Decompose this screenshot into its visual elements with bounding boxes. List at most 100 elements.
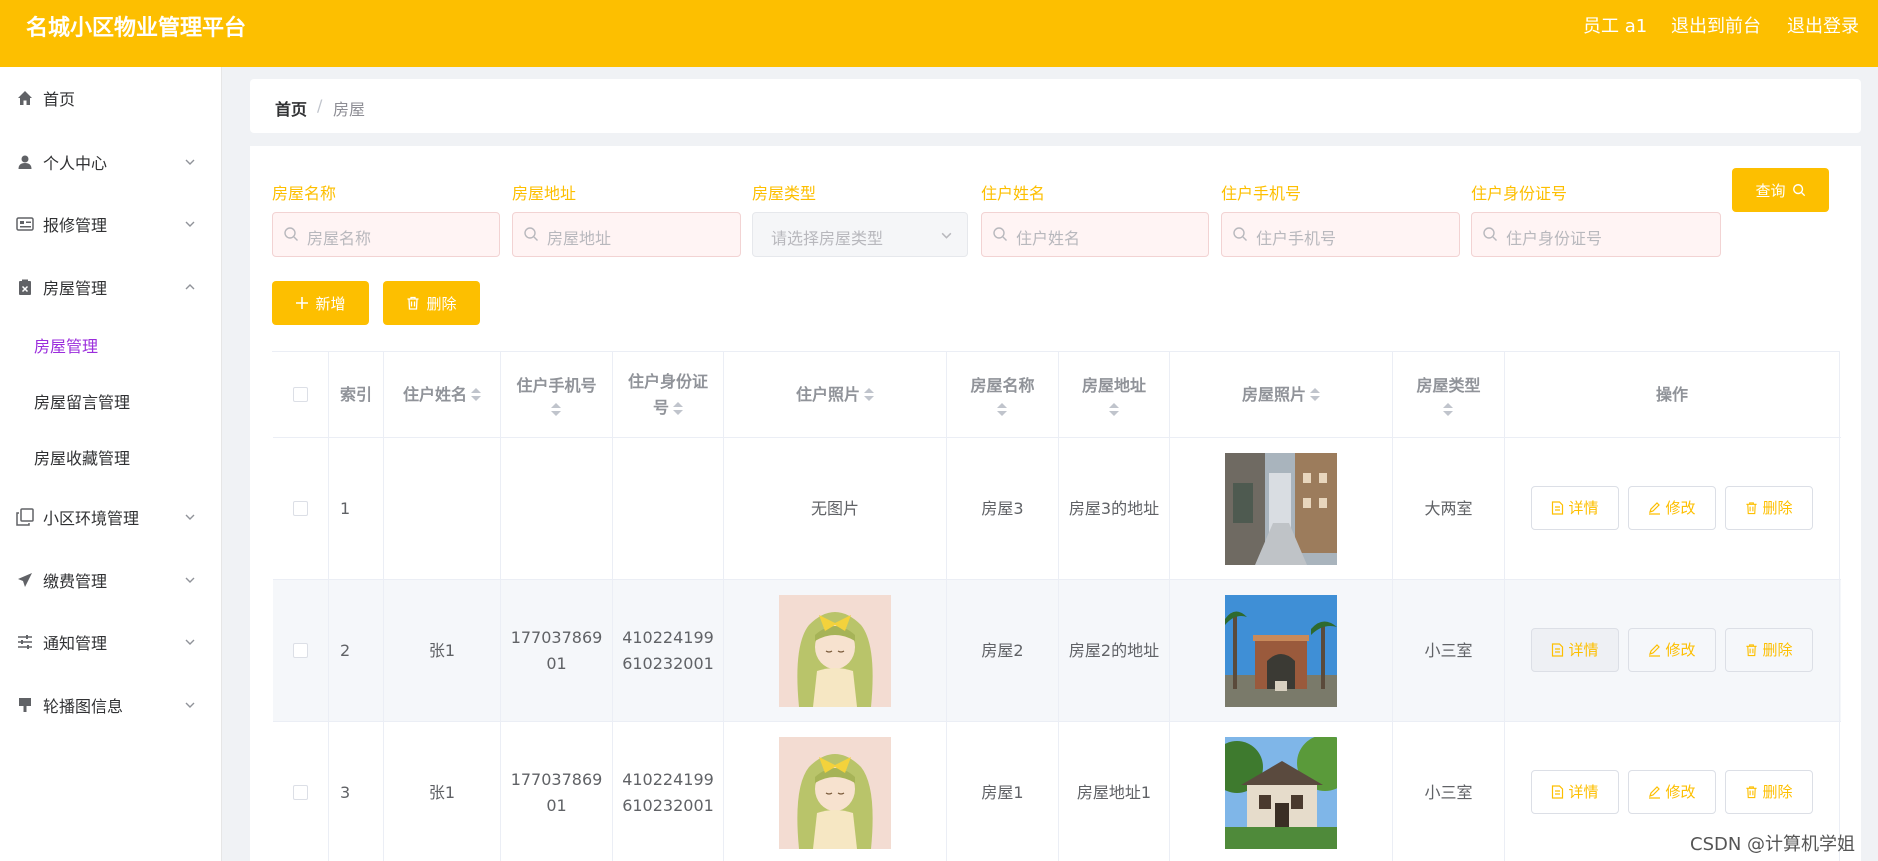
cell-resident-phone: 177037869 01 — [501, 722, 613, 861]
delete-button[interactable]: 删除 — [1725, 486, 1813, 530]
header-resident-id[interactable]: 住户身份证号 — [613, 352, 724, 437]
sidebar-subitem-house-message[interactable]: 房屋留言管理 — [0, 373, 221, 429]
cell-resident-name: 张1 — [384, 722, 501, 861]
batch-delete-button[interactable]: 删除 — [383, 281, 480, 325]
header-resident-name[interactable]: 住户姓名 — [384, 352, 501, 437]
header-index-label: 索引 — [340, 384, 373, 404]
sort-icon[interactable] — [551, 403, 562, 416]
header-house-address[interactable]: 房屋地址 — [1059, 352, 1170, 437]
edit-button-label: 修改 — [1665, 499, 1696, 517]
sidebar-item-personal[interactable]: 个人中心 — [0, 134, 221, 190]
sidebar-item-banner[interactable]: 轮播图信息 — [0, 677, 221, 733]
sliders-icon — [16, 633, 34, 651]
cell-resident-name — [384, 438, 501, 579]
search-button[interactable]: 查询 — [1732, 168, 1829, 212]
sidebar-item-label: 缴费管理 — [43, 572, 108, 591]
sort-icon[interactable] — [1108, 403, 1119, 416]
house-address-placeholder: 房屋地址 — [547, 229, 612, 248]
chevron-up-icon — [185, 284, 195, 290]
resident-id-input[interactable]: 住户身份证号 — [1471, 212, 1721, 257]
sidebar-item-payment[interactable]: 缴费管理 — [0, 552, 221, 608]
delete-button[interactable]: 删除 — [1725, 628, 1813, 672]
edit-button[interactable]: 修改 — [1628, 628, 1716, 672]
search-icon — [993, 227, 1007, 241]
chevron-down-icon — [941, 232, 952, 239]
house-type-select[interactable]: 请选择房屋类型 — [752, 212, 968, 257]
detail-button[interactable]: 详情 — [1531, 770, 1619, 814]
edit-button[interactable]: 修改 — [1628, 770, 1716, 814]
cell-resident-photo: 无图片 — [724, 438, 947, 579]
breadcrumb-home[interactable]: 首页 — [275, 96, 307, 120]
delete-button-label: 删除 — [1762, 499, 1793, 517]
row-checkbox[interactable] — [293, 501, 308, 516]
resident-photo-image[interactable] — [779, 594, 891, 707]
sidebar-item-label: 报修管理 — [43, 216, 108, 235]
sort-icon[interactable] — [1310, 388, 1320, 401]
home-icon — [16, 89, 34, 107]
top-header: 名城小区物业管理平台 员工 a1 退出到前台 退出登录 — [0, 0, 1878, 67]
sidebar-item-label: 轮播图信息 — [43, 697, 124, 716]
detail-button[interactable]: 详情 — [1531, 628, 1619, 672]
sidebar-subitem-label: 房屋管理 — [34, 337, 99, 356]
resident-phone-input[interactable]: 住户手机号 — [1221, 212, 1460, 257]
house-name-input[interactable]: 房屋名称 — [272, 212, 500, 257]
sidebar-item-house[interactable]: 房屋管理 — [0, 259, 221, 315]
header-resident-phone[interactable]: 住户手机号 — [501, 352, 613, 437]
header-resident-photo[interactable]: 住户照片 — [724, 352, 947, 437]
sort-icon[interactable] — [1443, 403, 1454, 416]
sidebar-subitem-house-manage[interactable]: 房屋管理 — [0, 317, 221, 373]
delete-button[interactable]: 删除 — [1725, 770, 1813, 814]
sort-icon[interactable] — [673, 401, 683, 415]
add-button[interactable]: 新增 — [272, 281, 369, 325]
sort-icon[interactable] — [997, 403, 1008, 416]
copy-icon — [16, 508, 34, 526]
cell-actions: 详情 修改 删除 — [1505, 438, 1840, 579]
phone-line-2: 01 — [546, 653, 567, 673]
cell-resident-id: 410224199 610232001 — [613, 722, 724, 861]
id-line-1: 410224199 — [622, 627, 714, 647]
row-select-cell — [273, 580, 329, 721]
cell-resident-id — [613, 438, 724, 579]
cell-resident-phone — [501, 438, 613, 579]
csdn-watermark: CSDN @计算机学姐 — [1690, 834, 1856, 855]
cell-house-type: 大两室 — [1393, 438, 1505, 579]
search-icon — [1483, 227, 1497, 241]
row-checkbox[interactable] — [293, 785, 308, 800]
select-all-checkbox[interactable] — [293, 387, 308, 402]
row-checkbox[interactable] — [293, 643, 308, 658]
detail-button[interactable]: 详情 — [1531, 486, 1619, 530]
house-photo-image[interactable] — [1225, 452, 1337, 565]
sidebar-item-label: 房屋管理 — [43, 279, 108, 298]
header-house-photo[interactable]: 房屋照片 — [1170, 352, 1393, 437]
delete-button-label: 删除 — [1762, 641, 1793, 659]
phone-line-2: 01 — [546, 795, 567, 815]
filter-label-house-type: 房屋类型 — [752, 184, 817, 203]
cell-index: 3 — [329, 722, 384, 861]
resident-photo-image[interactable] — [779, 736, 891, 849]
sort-icon[interactable] — [864, 388, 874, 401]
cell-house-name: 房屋3 — [947, 438, 1059, 579]
sort-icon[interactable] — [471, 388, 481, 401]
add-button-label: 新增 — [315, 294, 346, 313]
sidebar-item-repair[interactable]: 报修管理 — [0, 196, 221, 252]
sidebar-subitem-house-favorite[interactable]: 房屋收藏管理 — [0, 429, 221, 485]
header-house-name[interactable]: 房屋名称 — [947, 352, 1059, 437]
back-to-front-link[interactable]: 退出到前台 — [1671, 12, 1761, 38]
house-photo-image[interactable] — [1225, 736, 1337, 849]
trash-icon — [407, 296, 419, 310]
sidebar-item-home[interactable]: 首页 — [0, 70, 221, 126]
header-resident-id-label: 住户身份证 — [627, 371, 708, 391]
sidebar-item-notice[interactable]: 通知管理 — [0, 614, 221, 670]
trash-icon — [1746, 786, 1758, 799]
logout-link[interactable]: 退出登录 — [1787, 12, 1859, 38]
delete-button-label: 删除 — [1762, 783, 1793, 801]
resident-name-input[interactable]: 住户姓名 — [981, 212, 1209, 257]
house-address-input[interactable]: 房屋地址 — [512, 212, 741, 257]
house-photo-image[interactable] — [1225, 594, 1337, 707]
sidebar-item-environment[interactable]: 小区环境管理 — [0, 489, 221, 545]
cell-actions: 详情 修改 删除 — [1505, 580, 1840, 721]
header-house-type[interactable]: 房屋类型 — [1393, 352, 1505, 437]
detail-button-label: 详情 — [1568, 783, 1599, 801]
edit-button[interactable]: 修改 — [1628, 486, 1716, 530]
search-button-label: 查询 — [1755, 181, 1786, 200]
